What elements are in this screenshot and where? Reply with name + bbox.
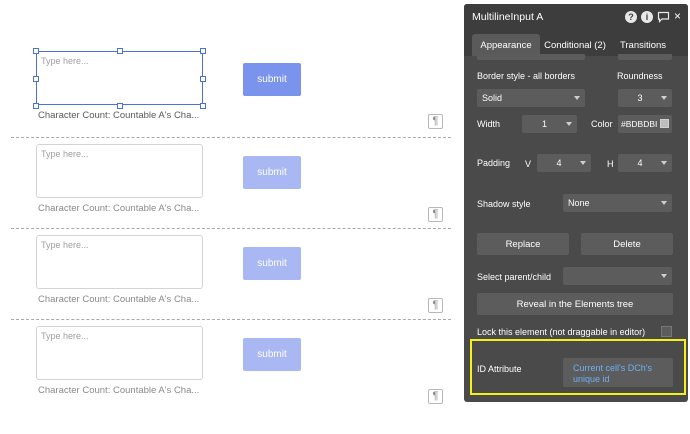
padding-label: Padding [477,158,511,168]
reveal-elements-tree-button[interactable]: Reveal in the Elements tree [477,293,673,315]
character-count-text: Character Count: Countable A's Cha... [38,110,200,121]
color-label: Color [591,119,613,129]
cell-divider [11,319,451,320]
cell-divider [11,137,451,138]
panel-title: MultilineInput A [472,11,544,23]
resize-handle-top-right[interactable] [200,48,206,54]
replace-button[interactable]: Replace [477,233,569,255]
input-placeholder: Type here... [41,56,89,66]
border-color-value: #BDBDBI [621,119,658,129]
border-width-input[interactable]: 1 [522,115,577,133]
select-parent-dropdown[interactable] [563,267,672,285]
chevron-down-icon [580,161,586,165]
resize-handle-bottom-right[interactable] [200,103,206,109]
padding-h-label: H [607,159,614,169]
panel-tabs: Appearance Conditional (2) Transitions [464,30,688,56]
chevron-down-icon [566,122,572,126]
shadow-style-value: None [568,198,590,208]
width-label: Width [477,119,501,129]
pilcrow-icon[interactable]: ¶ [428,298,443,313]
multiline-input-selected[interactable]: Type here... [33,48,206,109]
chevron-down-icon [661,201,667,205]
resize-handle-top-left[interactable] [33,48,39,54]
resize-handle-right[interactable] [200,76,206,82]
input-placeholder: Type here... [41,149,89,159]
repeating-group-cell: Type here... submit Character Count: Cou… [11,326,451,414]
pilcrow-icon[interactable]: ¶ [428,389,443,404]
delete-button[interactable]: Delete [581,233,673,255]
chevron-down-icon [574,96,580,100]
roundness-label: Roundness [617,71,663,81]
padding-v-label: V [525,159,532,169]
resize-handle-top[interactable] [117,48,123,54]
scrolled-dropdown-partial [477,54,585,60]
pilcrow-icon[interactable]: ¶ [428,114,443,129]
panel-header[interactable]: MultilineInput A ? i × [464,4,688,30]
multiline-input[interactable]: Type here... [36,144,203,198]
repeating-group-cell: Type here... submit Character Count: Cou… [11,235,451,323]
submit-button[interactable]: submit [243,338,301,371]
submit-button[interactable]: submit [243,156,301,189]
resize-handle-left[interactable] [33,76,39,82]
border-style-label: Border style - all borders [477,71,576,81]
tab-appearance[interactable]: Appearance [472,34,540,56]
multiline-input[interactable]: Type here... [36,235,203,289]
chevron-down-icon [661,96,667,100]
character-count-text: Character Count: Countable A's Cha... [38,385,200,396]
highlight-box [470,339,686,395]
padding-horizontal-input[interactable]: 4 [618,154,672,172]
comment-icon[interactable] [657,10,670,28]
lock-element-label: Lock this element (not draggable in edit… [477,327,646,337]
help-icon[interactable]: ? [625,11,637,23]
resize-handle-bottom-left[interactable] [33,103,39,109]
select-parent-label: Select parent/child [477,272,552,282]
roundness-input[interactable]: 3 [618,89,672,107]
submit-button[interactable]: submit [243,63,301,96]
character-count-text: Character Count: Countable A's Cha... [38,203,200,214]
color-swatch[interactable] [660,119,669,128]
multiline-input[interactable]: Type here... [36,326,203,380]
lock-element-checkbox[interactable] [661,326,672,337]
border-color-input[interactable]: #BDBDBI [618,115,672,133]
close-icon[interactable]: × [674,9,681,23]
tab-transitions[interactable]: Transitions [612,34,674,56]
submit-button[interactable]: submit [243,247,301,280]
repeating-group-cell: Type here... submit Character Count: Cou… [11,144,451,232]
shadow-style-dropdown[interactable]: None [563,194,672,212]
border-style-value: Solid [482,93,503,103]
input-placeholder: Type here... [41,240,89,250]
chevron-down-icon [661,274,667,278]
cell-divider [11,228,451,229]
padding-vertical-input[interactable]: 4 [537,154,591,172]
border-style-dropdown[interactable]: Solid [477,89,585,107]
editor-canvas: Type here... submit Character Count: Cou… [0,0,462,434]
chevron-down-icon [661,161,667,165]
shadow-style-label: Shadow style [477,199,531,209]
resize-handle-bottom[interactable] [117,103,123,109]
tab-conditional[interactable]: Conditional (2) [542,34,608,56]
scrolled-dropdown-partial [618,54,672,60]
pilcrow-icon[interactable]: ¶ [428,207,443,222]
repeating-group-cell: Type here... submit Character Count: Cou… [11,48,451,139]
input-placeholder: Type here... [41,331,89,341]
info-icon[interactable]: i [641,11,653,23]
character-count-text: Character Count: Countable A's Cha... [38,294,200,305]
